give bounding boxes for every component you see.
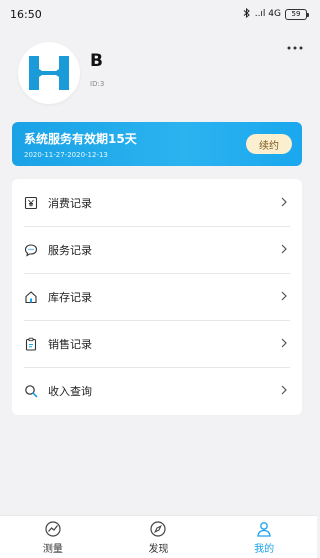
nav-item-mine[interactable]: 我的 <box>229 520 299 555</box>
app-logo-icon <box>29 56 69 90</box>
menu-item-income[interactable]: 收入查询 <box>12 367 302 414</box>
profile-name: B <box>90 50 103 71</box>
nav-item-measure[interactable]: 测量 <box>18 520 88 555</box>
menu-item-service[interactable]: 服务记录 <box>12 226 302 273</box>
menu-item-label: 库存记录 <box>48 290 92 304</box>
user-icon <box>255 520 273 538</box>
status-indicators: ..ıl 4G 59 <box>243 7 309 21</box>
menu-item-label: 收入查询 <box>48 384 92 398</box>
profile-id: ID:3 <box>90 79 105 88</box>
chevron-right-icon <box>281 338 287 348</box>
nav-item-label: 发现 <box>148 543 169 555</box>
menu-item-consumption[interactable]: 消费记录 <box>12 179 302 226</box>
search-icon <box>24 384 38 398</box>
status-bar: 16:50 ..ıl 4G 59 <box>0 0 317 28</box>
chevron-right-icon <box>281 385 287 395</box>
renew-button[interactable]: 续约 <box>246 134 292 154</box>
menu-item-sales[interactable]: 销售记录 <box>12 320 302 367</box>
chat-bubble-icon <box>24 243 38 257</box>
chevron-right-icon <box>281 291 287 301</box>
bluetooth-icon <box>243 7 251 21</box>
menu-item-inventory[interactable]: 库存记录 <box>12 273 302 320</box>
more-dots-icon <box>287 46 303 50</box>
signal-text: ..ıl 4G <box>254 9 281 19</box>
bottom-nav: 测量 发现 我的 <box>0 515 317 558</box>
nav-item-label: 测量 <box>42 543 63 555</box>
menu-list: 消费记录 服务记录 库存记录 销售记录 收入查询 <box>12 179 302 415</box>
menu-item-label: 消费记录 <box>48 196 92 210</box>
nav-item-discover[interactable]: 发现 <box>123 520 193 555</box>
house-icon <box>24 290 38 304</box>
menu-item-label: 销售记录 <box>48 337 92 351</box>
compass-icon <box>149 520 167 538</box>
battery-level: 59 <box>291 10 301 18</box>
chevron-right-icon <box>281 244 287 254</box>
service-validity-card: 系统服务有效期15天 2020-11-27-2020-12-13 续约 <box>12 122 302 166</box>
profile-header: B ID:3 <box>18 42 104 104</box>
clipboard-icon <box>24 337 38 351</box>
status-time: 16:50 <box>10 7 42 21</box>
avatar[interactable] <box>18 42 80 104</box>
gauge-icon <box>44 520 62 538</box>
nav-item-label: 我的 <box>254 543 275 555</box>
yen-receipt-icon <box>24 196 38 210</box>
more-options-button[interactable] <box>287 40 303 50</box>
battery-icon: 59 <box>285 8 309 20</box>
chevron-right-icon <box>281 197 287 207</box>
menu-item-label: 服务记录 <box>48 243 92 257</box>
